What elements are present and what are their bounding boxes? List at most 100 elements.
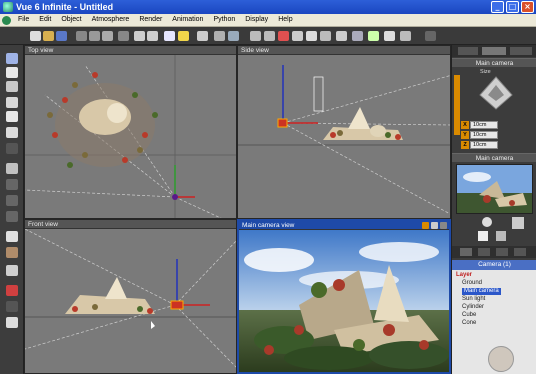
camera-tool-icon[interactable] (6, 317, 18, 328)
world-browser-tabs (452, 246, 536, 258)
plant-tool-icon[interactable] (6, 231, 18, 242)
sun-icon[interactable] (178, 31, 189, 41)
camera-viewport[interactable]: Main camera view (237, 219, 451, 374)
menu-object[interactable]: Object (56, 14, 86, 26)
rock-tool-icon[interactable] (6, 97, 18, 108)
render-icon[interactable] (278, 31, 289, 41)
timeline-icon[interactable] (368, 31, 379, 41)
hand-tool-icon[interactable] (478, 231, 488, 241)
tree-item-cone[interactable]: Cone (462, 320, 476, 327)
pan-icon[interactable] (306, 31, 317, 41)
atmosphere-icon[interactable] (164, 31, 175, 41)
terrain-icon[interactable] (228, 31, 239, 41)
cylinder-tool-icon[interactable] (6, 127, 18, 138)
tree-item-sun-light[interactable]: Sun light (462, 296, 485, 303)
title-bar: Vue 6 Infinite - Untitled _ □ × (0, 0, 536, 14)
layer-item[interactable]: Layer (456, 272, 472, 279)
tab-materials[interactable] (478, 248, 490, 256)
menu-render[interactable]: Render (134, 14, 167, 26)
menu-edit[interactable]: Edit (34, 14, 56, 26)
camera-icon[interactable] (214, 31, 225, 41)
tab-numerics[interactable] (458, 47, 478, 55)
menu-help[interactable]: Help (273, 14, 297, 26)
view-menu-icon[interactable] (431, 222, 438, 229)
copy-icon[interactable] (89, 31, 100, 41)
ecosystem-tool-icon[interactable] (6, 247, 18, 258)
cube-tool-icon[interactable] (6, 163, 18, 174)
world-browser-title: Camera (1) (452, 260, 536, 270)
duplicate-icon[interactable] (118, 31, 129, 41)
menu-python[interactable]: Python (208, 14, 240, 26)
frame-icon[interactable] (352, 31, 363, 41)
menu-atmosphere[interactable]: Atmosphere (87, 14, 135, 26)
menu-animation[interactable]: Animation (167, 14, 208, 26)
side-viewport[interactable]: Side view (237, 45, 451, 219)
zoom-control-icon[interactable] (496, 231, 506, 241)
grid-icon[interactable] (336, 31, 347, 41)
redo-icon[interactable] (147, 31, 158, 41)
save-icon[interactable] (56, 31, 67, 41)
boolean-tool-icon[interactable] (6, 179, 18, 190)
tab-aspect[interactable] (482, 47, 506, 55)
cut-icon[interactable] (76, 31, 87, 41)
metablob-tool-icon[interactable] (6, 195, 18, 206)
pan-control-icon[interactable] (482, 217, 492, 227)
zoom-icon[interactable] (292, 31, 303, 41)
viewport-header: Top view (25, 46, 236, 55)
panel-toggle-icon[interactable] (425, 31, 436, 41)
object-side-tabs[interactable] (454, 75, 460, 135)
menu-file[interactable]: File (13, 14, 34, 26)
menu-display[interactable]: Display (240, 14, 273, 26)
terrain-tool-icon[interactable] (6, 81, 18, 92)
tab-library[interactable] (514, 248, 526, 256)
viewport-title: Top view (28, 47, 54, 54)
viewport-controls (422, 222, 447, 229)
tree-item-ground[interactable]: Ground (462, 280, 482, 287)
paste-icon[interactable] (102, 31, 113, 41)
camera-gizmo[interactable] (476, 73, 516, 113)
undo-icon[interactable] (134, 31, 145, 41)
top-viewport[interactable]: Top view (24, 45, 237, 219)
vue-app-icon (3, 2, 13, 12)
minimize-button[interactable]: _ (491, 1, 504, 13)
open-folder-icon[interactable] (43, 31, 54, 41)
hyperblob-tool-icon[interactable] (6, 301, 18, 312)
viewport-title: Side view (241, 47, 269, 54)
align-icon[interactable] (320, 31, 331, 41)
tab-objects[interactable] (460, 248, 472, 256)
object-icon[interactable] (197, 31, 208, 41)
settings-icon[interactable] (400, 31, 411, 41)
front-viewport[interactable]: Front view (24, 219, 237, 374)
new-file-icon[interactable] (30, 31, 41, 41)
tree-item-cube[interactable]: Cube (462, 312, 476, 319)
tree-item-main-camera[interactable]: Main camera (462, 288, 501, 295)
rotate-icon[interactable] (264, 31, 275, 41)
camera-render-canvas (239, 230, 449, 372)
side-view-canvas (238, 65, 450, 215)
tree-item-cylinder[interactable]: Cylinder (462, 304, 484, 311)
cloud-tool-icon[interactable] (6, 265, 18, 276)
move-icon[interactable] (250, 31, 261, 41)
close-button[interactable]: × (521, 1, 534, 13)
import-tool-icon[interactable] (6, 285, 18, 296)
tab-links[interactable] (496, 248, 508, 256)
size-z-field[interactable]: 10cm (470, 141, 498, 149)
size-x-field[interactable]: 10cm (470, 121, 498, 129)
maximize-view-icon[interactable] (440, 222, 447, 229)
render-options-icon[interactable] (422, 222, 429, 229)
sphere-tool-icon[interactable] (6, 111, 18, 122)
text-tool-icon[interactable] (6, 67, 18, 78)
orbit-control-icon[interactable] (512, 217, 524, 229)
group-tool-icon[interactable] (6, 211, 18, 222)
system-menu-icon[interactable] (2, 15, 11, 25)
light-tool-icon[interactable] (6, 143, 18, 154)
size-y-field[interactable]: 10cm (470, 131, 498, 139)
help-icon[interactable] (384, 31, 395, 41)
water-plane-icon[interactable] (6, 53, 18, 64)
viewport-title: Main camera view (242, 222, 295, 229)
world-browser: Camera (1) Layer Ground Main camera Sun … (452, 260, 536, 374)
preview-title: Main camera (452, 153, 536, 162)
front-view-canvas (25, 229, 236, 368)
tab-material[interactable] (510, 47, 532, 55)
maximize-button[interactable]: □ (506, 1, 519, 13)
